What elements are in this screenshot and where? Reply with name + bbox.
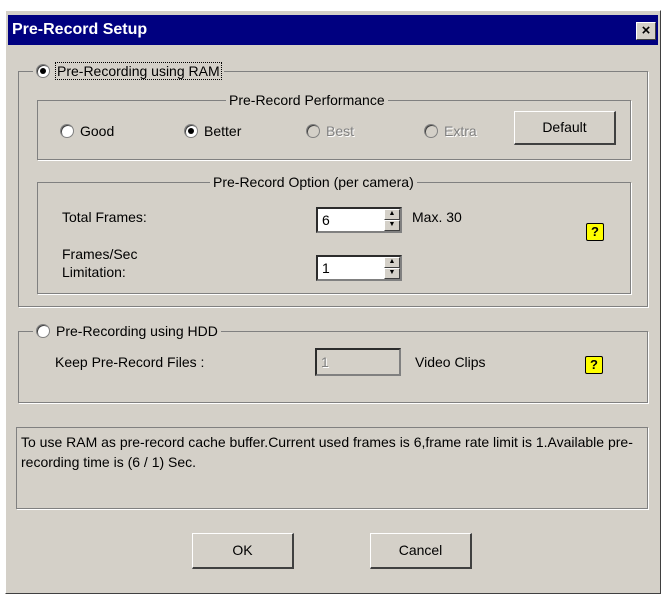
performance-good-radio[interactable]: Good — [60, 123, 114, 139]
fps-limit-label-line1: Frames/Sec — [62, 246, 138, 262]
help-icon[interactable]: ? — [586, 223, 604, 241]
dialog-title: Pre-Record Setup — [12, 21, 148, 38]
radio-label: Good — [80, 123, 115, 139]
spin-down-icon[interactable]: ▼ — [384, 220, 400, 231]
radio-label: Extra — [444, 123, 477, 139]
keep-files-label: Keep Pre-Record Files : — [55, 354, 205, 370]
default-button[interactable]: Default — [514, 111, 616, 145]
keep-files-input[interactable]: 1 — [315, 348, 401, 376]
ram-radio-label: Pre-Recording using RAM — [55, 62, 222, 80]
radio-indicator[interactable] — [184, 124, 198, 138]
performance-extra-radio[interactable]: Extra — [424, 123, 477, 139]
radio-indicator[interactable] — [60, 124, 74, 138]
total-frames-value[interactable]: 6 — [322, 212, 330, 228]
ram-radio-indicator[interactable] — [36, 64, 50, 78]
total-frames-spinner[interactable]: 6 ▲ ▼ — [316, 207, 402, 233]
fps-limit-label-line2: Limitation: — [62, 264, 126, 280]
info-text-box: To use RAM as pre-record cache buffer.Cu… — [16, 427, 648, 509]
pre-record-setup-dialog: Pre-Record Setup × Pre-Recording using R… — [5, 10, 661, 594]
close-icon: × — [641, 22, 651, 39]
spin-up-icon[interactable]: ▲ — [384, 257, 400, 268]
radio-label: Better — [204, 123, 242, 139]
option-legend: Pre-Record Option (per camera) — [210, 173, 417, 191]
max-frames-label: Max. 30 — [412, 209, 462, 225]
ram-radio[interactable]: Pre-Recording using RAM — [33, 62, 224, 80]
title-bar: Pre-Record Setup × — [8, 15, 658, 45]
close-button[interactable]: × — [636, 22, 656, 40]
cancel-button[interactable]: Cancel — [370, 533, 472, 569]
hdd-radio[interactable]: Pre-Recording using HDD — [33, 322, 221, 340]
hdd-radio-label: Pre-Recording using HDD — [56, 323, 218, 339]
performance-better-radio[interactable]: Better — [184, 123, 241, 139]
ram-groupbox: Pre-Recording using RAM Pre-Record Perfo… — [18, 62, 648, 307]
option-groupbox: Pre-Record Option (per camera) Total Fra… — [37, 173, 631, 294]
hdd-radio-indicator[interactable] — [36, 324, 50, 338]
fps-limit-spinner[interactable]: 1 ▲ ▼ — [316, 255, 402, 281]
radio-indicator[interactable] — [306, 124, 320, 138]
keep-files-value: 1 — [321, 354, 329, 370]
performance-groupbox: Pre-Record Performance Good Better Best … — [37, 91, 631, 160]
keep-files-unit: Video Clips — [415, 354, 486, 370]
radio-indicator[interactable] — [424, 124, 438, 138]
spin-up-icon[interactable]: ▲ — [384, 209, 400, 220]
performance-best-radio[interactable]: Best — [306, 123, 354, 139]
hdd-groupbox: Pre-Recording using HDD Keep Pre-Record … — [18, 322, 648, 403]
performance-legend: Pre-Record Performance — [226, 91, 388, 109]
radio-label: Best — [326, 123, 355, 139]
spin-down-icon[interactable]: ▼ — [384, 268, 400, 279]
total-frames-label: Total Frames: — [62, 209, 147, 225]
fps-limit-label: Frames/Sec Limitation: — [62, 245, 137, 281]
help-icon[interactable]: ? — [585, 356, 603, 374]
fps-limit-value[interactable]: 1 — [322, 260, 330, 276]
ok-button[interactable]: OK — [192, 533, 294, 569]
